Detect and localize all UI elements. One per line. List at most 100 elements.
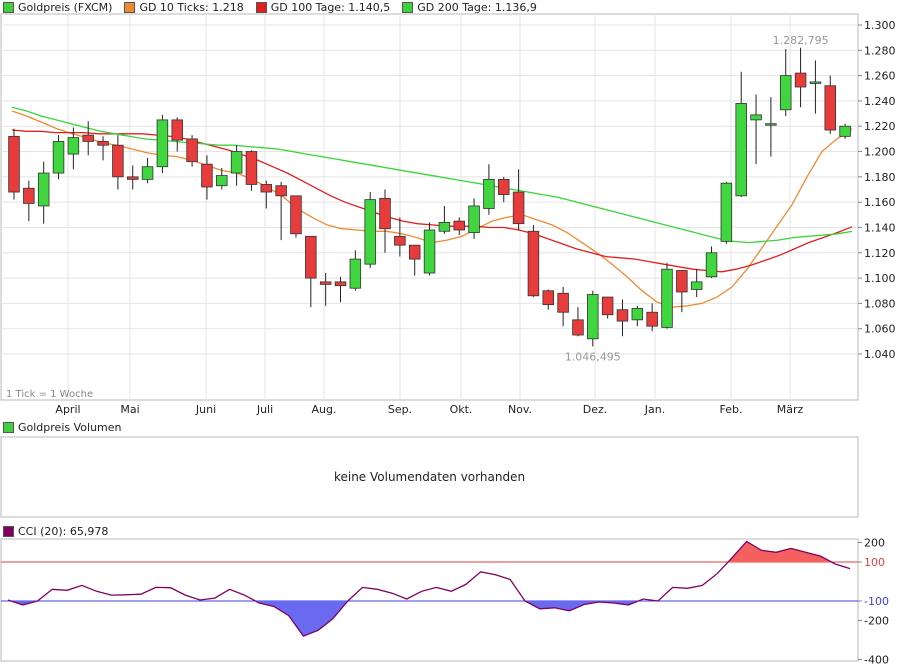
x-tick-label: Juni (195, 403, 216, 416)
candle-body (67, 137, 80, 155)
x-tick-label: Mai (120, 403, 139, 416)
candle-body (824, 85, 836, 131)
candle-body (750, 114, 762, 121)
candle (290, 195, 302, 238)
candle-body (141, 166, 154, 180)
candle-body (423, 229, 436, 274)
candle (8, 128, 20, 200)
candle (52, 135, 65, 180)
candle (245, 150, 258, 191)
price-tick-label: 1.160 (864, 196, 896, 209)
price-tick-label: 1.280 (864, 44, 896, 57)
volume-empty-message: keine Volumendaten vorhanden (333, 470, 526, 484)
x-tick-label: Sep. (388, 403, 412, 416)
candle-body (735, 103, 747, 197)
x-tick-label: April (55, 403, 80, 416)
candle-body (408, 244, 421, 260)
candle-body (379, 197, 391, 230)
candle-body (601, 296, 614, 316)
candle-body (661, 268, 673, 328)
cci-tick-label: -400 (864, 654, 889, 667)
candle-body (305, 235, 317, 279)
candle-body (52, 141, 65, 174)
candle-body (705, 252, 718, 278)
candle-body (394, 235, 406, 246)
price-tick-label: 1.300 (864, 19, 896, 32)
price-tick-label: 1.200 (864, 146, 896, 159)
cci-tick-label: 100 (864, 556, 885, 569)
candle-body (97, 141, 109, 146)
price-tick-label: 1.040 (864, 348, 896, 361)
candle (527, 224, 540, 298)
price-tick-label: 1.120 (864, 247, 896, 260)
candle-body (23, 187, 35, 204)
candle-body (201, 163, 213, 188)
candle-body (230, 151, 243, 174)
candle (661, 262, 673, 329)
candle-body (631, 308, 644, 321)
candle-body (557, 292, 569, 313)
candle-body (794, 72, 807, 88)
candle-body (527, 230, 540, 297)
candle (720, 181, 733, 244)
candle-body (587, 294, 599, 340)
candle-body (690, 281, 703, 290)
candle-body (319, 281, 332, 285)
x-tick-label: Feb. (720, 403, 743, 416)
candle-body (498, 178, 510, 195)
price-tick-label: 1.080 (864, 297, 896, 310)
candle (587, 290, 599, 347)
x-tick-label: Aug. (312, 403, 337, 416)
x-tick-label: Jan. (644, 403, 665, 416)
cci-panel-frame (0, 538, 859, 662)
candle-body (186, 138, 198, 163)
high-annotation: 1.282,795 (773, 34, 829, 47)
candle (364, 192, 376, 268)
candle-body (37, 172, 50, 207)
candle-body (171, 119, 183, 141)
price-tick-label: 1.100 (864, 272, 896, 285)
candle-body (572, 319, 584, 336)
candle-body (8, 135, 20, 193)
x-tick-label: März (777, 403, 804, 416)
candle (423, 222, 436, 276)
cci-tick-label: -100 (864, 595, 889, 608)
candle-body (438, 221, 451, 232)
candle-body (216, 175, 228, 187)
price-tick-label: 1.140 (864, 221, 896, 234)
x-tick-label: Dez. (583, 403, 608, 416)
candle-body (809, 81, 822, 84)
candle-body (349, 258, 362, 289)
low-annotation: 1.046,495 (565, 350, 621, 363)
candle-body (364, 199, 376, 265)
candle-body (765, 123, 777, 126)
x-tick-label: Juli (256, 403, 273, 416)
price-y-axis: 1.040 1.060 1.080 1.100 1.120 1.140 1.160 1.180… (858, 19, 896, 361)
candle-body (126, 176, 139, 180)
candle-body (245, 151, 258, 185)
candle-body (646, 311, 658, 327)
candle-body (839, 125, 851, 137)
candle (156, 114, 169, 174)
candle-body (512, 191, 525, 225)
candle-body (720, 182, 733, 242)
candle-body (275, 185, 287, 197)
candle-body (676, 270, 688, 293)
cci-tick-label: 200 (864, 537, 885, 550)
candle-body (542, 290, 555, 306)
candle-body (779, 75, 792, 111)
price-tick-label: 1.180 (864, 171, 896, 184)
candle-body (468, 205, 480, 233)
price-tick-label: 1.220 (864, 120, 896, 133)
candle-body (453, 220, 465, 231)
cci-tick-label: -200 (864, 615, 889, 628)
candle-body (334, 281, 347, 287)
cci-y-axis: -400 -200 -100 100 200 (858, 537, 889, 667)
candle-body (616, 309, 629, 322)
candle (839, 123, 851, 139)
candle-body (483, 178, 495, 209)
candle-body (82, 134, 94, 142)
price-tick-label: 1.060 (864, 323, 896, 336)
price-tick-label: 1.240 (864, 95, 896, 108)
candle-body (260, 184, 273, 193)
